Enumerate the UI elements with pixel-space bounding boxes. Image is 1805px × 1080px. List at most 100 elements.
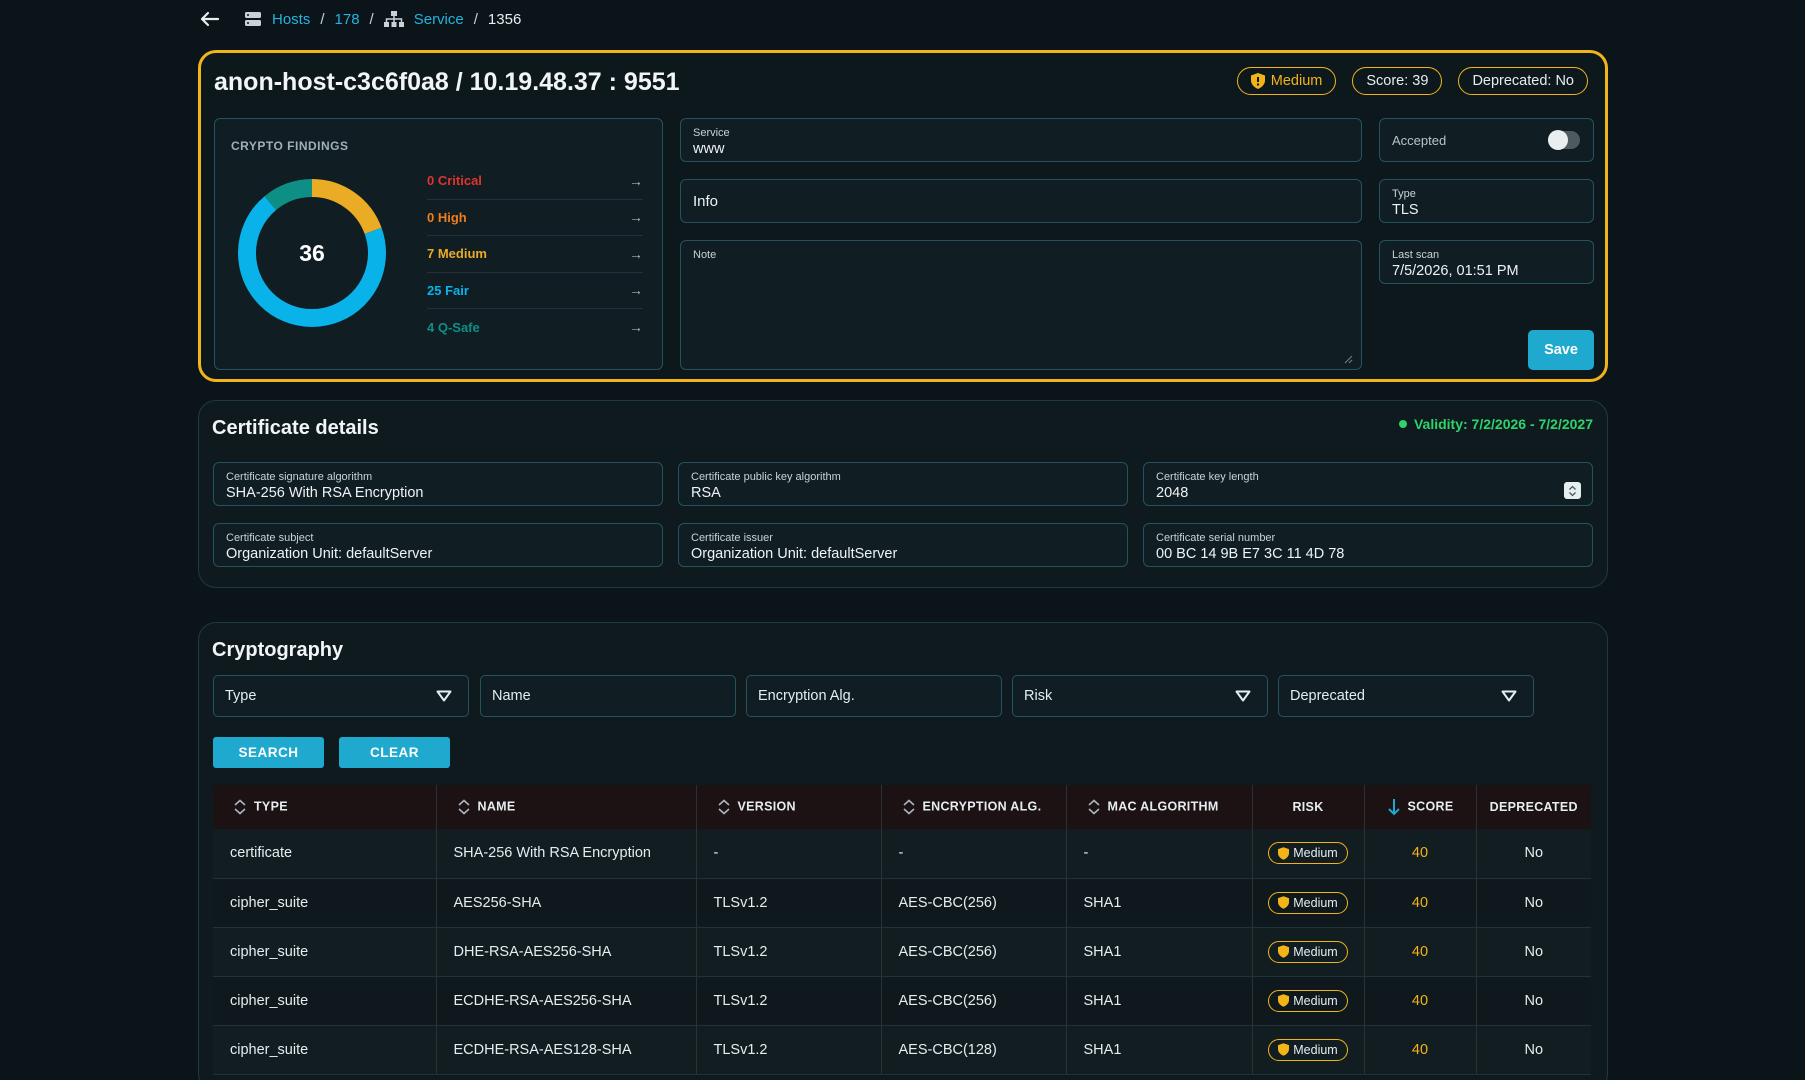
cell-mac: SHA1 bbox=[1066, 878, 1253, 928]
number-stepper-icon[interactable] bbox=[1564, 482, 1581, 499]
breadcrumb-separator: / bbox=[369, 10, 374, 28]
name-filter-input[interactable]: Name bbox=[480, 675, 736, 717]
table-row[interactable]: cipher_suite AES256-SHA TLSv1.2 AES-CBC(256… bbox=[213, 878, 1591, 928]
arrow-right-icon: → bbox=[629, 282, 643, 299]
service-label: Service bbox=[693, 127, 730, 139]
table-row[interactable]: certificate SHA-256 With RSA Encryption - -… bbox=[213, 829, 1591, 879]
breadcrumb-service-link[interactable]: Service bbox=[414, 11, 464, 28]
cell-mac: SHA1 bbox=[1066, 1025, 1253, 1075]
findings-row[interactable]: 0 High → bbox=[427, 200, 643, 236]
findings-row-label: 7 Medium bbox=[427, 246, 487, 262]
table-row[interactable]: cipher_suite DHE-RSA-AES256-SHA TLSv1.2 AES… bbox=[213, 927, 1591, 977]
resize-handle-icon[interactable] bbox=[1344, 355, 1353, 364]
cert-public-key-algorithm-value: RSA bbox=[691, 485, 721, 501]
clear-button[interactable]: CLEAR bbox=[339, 737, 450, 768]
findings-total: 36 bbox=[299, 239, 325, 266]
column-header-deprecated[interactable]: DEPRECATED bbox=[1476, 785, 1591, 829]
cell-enc: AES-CBC(256) bbox=[881, 878, 1067, 928]
table-row[interactable]: cipher_suite ECDHE-RSA-AES128-SHA TLSv1.2 A… bbox=[213, 1025, 1591, 1075]
shield-icon bbox=[1278, 896, 1290, 909]
cell-score: 40 bbox=[1364, 878, 1477, 928]
cert-key-length-label: Certificate key length bbox=[1156, 471, 1259, 483]
column-deprecated-label: DEPRECATED bbox=[1489, 800, 1578, 814]
cell-type: cipher_suite bbox=[213, 878, 437, 928]
cell-enc: - bbox=[881, 829, 1067, 879]
score-badge: Score: 39 bbox=[1352, 67, 1443, 95]
deprecated-filter-label: Deprecated bbox=[1290, 688, 1365, 704]
info-value: Info bbox=[693, 192, 719, 210]
column-mac-algorithm-label: MAC ALGORITHM bbox=[1107, 799, 1219, 814]
column-header-version[interactable]: VERSION bbox=[696, 785, 882, 829]
cert-subject-label: Certificate subject bbox=[226, 532, 314, 544]
search-button[interactable]: SEARCH bbox=[213, 737, 324, 768]
cert-serial-number-value: 00 BC 14 9B E7 3C 11 4D 78 bbox=[1156, 546, 1345, 562]
cert-serial-number-field[interactable]: Certificate serial number 00 BC 14 9B E7… bbox=[1143, 523, 1593, 567]
accepted-toggle[interactable] bbox=[1548, 130, 1580, 150]
cert-public-key-algorithm-label: Certificate public key algorithm bbox=[691, 471, 841, 483]
table-row[interactable]: cipher_suite ECDHE-RSA-AES256-SHA TLSv1.2 A… bbox=[213, 976, 1591, 1026]
arrow-right-icon: → bbox=[629, 172, 643, 189]
cert-serial-number-label: Certificate serial number bbox=[1156, 532, 1276, 544]
risk-filter-select[interactable]: Risk bbox=[1012, 675, 1268, 717]
column-header-name[interactable]: NAME bbox=[436, 785, 697, 829]
last-scan-value: 7/5/2026, 01:51 PM bbox=[1392, 263, 1519, 279]
shield-icon bbox=[1278, 1043, 1290, 1056]
cell-type: cipher_suite bbox=[213, 976, 437, 1026]
chevron-down-icon bbox=[436, 690, 452, 702]
type-value: TLS bbox=[1392, 202, 1419, 218]
column-version-label: VERSION bbox=[737, 799, 796, 814]
cell-risk: Medium bbox=[1252, 1025, 1365, 1075]
type-field[interactable]: Type TLS bbox=[1379, 179, 1594, 223]
column-header-mac-algorithm[interactable]: MAC ALGORITHM bbox=[1066, 785, 1253, 829]
cert-signature-algorithm-label: Certificate signature algorithm bbox=[226, 471, 373, 483]
cell-deprecated: No bbox=[1476, 927, 1591, 977]
findings-row[interactable]: 25 Fair → bbox=[427, 273, 643, 309]
certificate-details-title: Certificate details bbox=[212, 417, 379, 439]
risk-filter-label: Risk bbox=[1024, 688, 1053, 704]
back-arrow-icon[interactable] bbox=[200, 11, 220, 27]
cert-public-key-algorithm-field[interactable]: Certificate public key algorithm RSA bbox=[678, 462, 1128, 506]
type-filter-select[interactable]: Type bbox=[213, 675, 469, 717]
deprecated-filter-select[interactable]: Deprecated bbox=[1278, 675, 1534, 717]
service-value: www bbox=[693, 141, 725, 157]
cert-key-length-field[interactable]: Certificate key length 2048 bbox=[1143, 462, 1593, 506]
cell-version: TLSv1.2 bbox=[696, 878, 882, 928]
cert-subject-field[interactable]: Certificate subject Organization Unit: d… bbox=[213, 523, 663, 567]
note-textarea[interactable]: Note bbox=[680, 240, 1362, 370]
findings-row[interactable]: 4 Q-Safe → bbox=[427, 309, 643, 346]
findings-row-label: 0 High bbox=[427, 209, 467, 225]
arrow-right-icon: → bbox=[629, 245, 643, 262]
findings-row[interactable]: 7 Medium → bbox=[427, 236, 643, 273]
crypto-findings-card: CRYPTO FINDINGS 36 0 Critical → 0 High → 7 M… bbox=[214, 118, 663, 370]
cert-signature-algorithm-field[interactable]: Certificate signature algorithm SHA-256 … bbox=[213, 462, 663, 506]
breadcrumb: Hosts / 178 / Service / 1356 bbox=[200, 8, 521, 30]
save-button[interactable]: Save bbox=[1528, 330, 1594, 370]
last-scan-field[interactable]: Last scan 7/5/2026, 01:51 PM bbox=[1379, 240, 1594, 284]
cert-issuer-field[interactable]: Certificate issuer Organization Unit: de… bbox=[678, 523, 1128, 567]
cryptography-table: TYPE NAME VERSION ENCRYPTION ALG. MAC AL… bbox=[213, 785, 1591, 1075]
findings-row-label: 25 Fair bbox=[427, 282, 469, 298]
findings-row[interactable]: 0 Critical → bbox=[427, 163, 643, 200]
risk-badge: Medium bbox=[1268, 940, 1348, 963]
page-title: anon-host-c3c6f0a8 / 10.19.48.37 : 9551 bbox=[214, 68, 680, 96]
column-header-score[interactable]: SCORE bbox=[1364, 785, 1477, 829]
breadcrumb-hosts-link[interactable]: Hosts bbox=[272, 11, 310, 28]
breadcrumb-host-id-link[interactable]: 178 bbox=[335, 11, 360, 28]
cell-type: cipher_suite bbox=[213, 927, 437, 977]
host-badges: Medium Score: 39 Deprecated: No bbox=[1236, 67, 1588, 95]
column-header-risk[interactable]: RISK bbox=[1252, 785, 1365, 829]
cell-score: 40 bbox=[1364, 829, 1477, 879]
shield-icon bbox=[1278, 846, 1290, 860]
cell-deprecated: No bbox=[1476, 1025, 1591, 1075]
encryption-alg-filter-input[interactable]: Encryption Alg. bbox=[746, 675, 1002, 717]
info-field[interactable]: Info bbox=[680, 179, 1362, 223]
accepted-toggle-field: Accepted bbox=[1379, 118, 1594, 162]
cell-version: - bbox=[696, 829, 882, 879]
cell-name: ECDHE-RSA-AES128-SHA bbox=[436, 1025, 697, 1075]
sort-icon bbox=[717, 799, 730, 815]
column-header-encryption-alg[interactable]: ENCRYPTION ALG. bbox=[881, 785, 1067, 829]
service-field[interactable]: Service www bbox=[680, 118, 1362, 162]
cell-score: 40 bbox=[1364, 1025, 1477, 1075]
column-header-type[interactable]: TYPE bbox=[213, 785, 437, 829]
deprecated-badge: Deprecated: No bbox=[1458, 67, 1588, 95]
